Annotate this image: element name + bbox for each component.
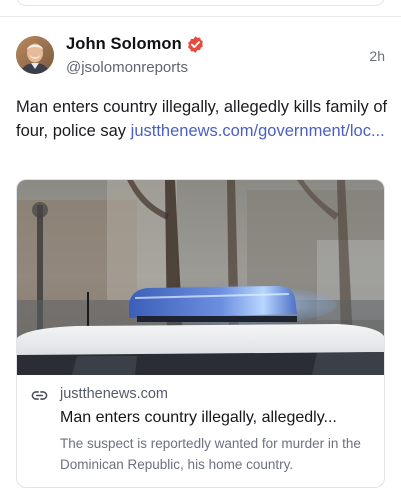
author-name[interactable]: John Solomon bbox=[66, 35, 182, 54]
link-preview-card[interactable]: justthenews.com Man enters country illeg… bbox=[16, 179, 385, 488]
post[interactable]: John Solomon @jsolomonreports 2h Man ent… bbox=[0, 17, 401, 500]
verified-badge-icon bbox=[188, 36, 203, 53]
author-handle[interactable]: @jsolomonreports bbox=[66, 59, 188, 76]
author-avatar[interactable] bbox=[16, 36, 54, 74]
card-title[interactable]: Man enters country illegally, allegedly.… bbox=[60, 409, 378, 427]
post-text: Man enters country illegally, allegedly … bbox=[16, 95, 388, 143]
previous-post-card-edge bbox=[16, 0, 385, 6]
card-description: The suspect is reportedly wanted for mur… bbox=[60, 436, 361, 472]
post-inline-link[interactable]: justthenews.com/government/loc... bbox=[131, 122, 385, 140]
avatar-photo bbox=[16, 36, 54, 74]
card-domain: justthenews.com bbox=[60, 386, 168, 402]
police-light-bar-photo bbox=[17, 180, 384, 375]
link-icon bbox=[31, 391, 48, 400]
post-timestamp[interactable]: 2h bbox=[369, 48, 385, 64]
